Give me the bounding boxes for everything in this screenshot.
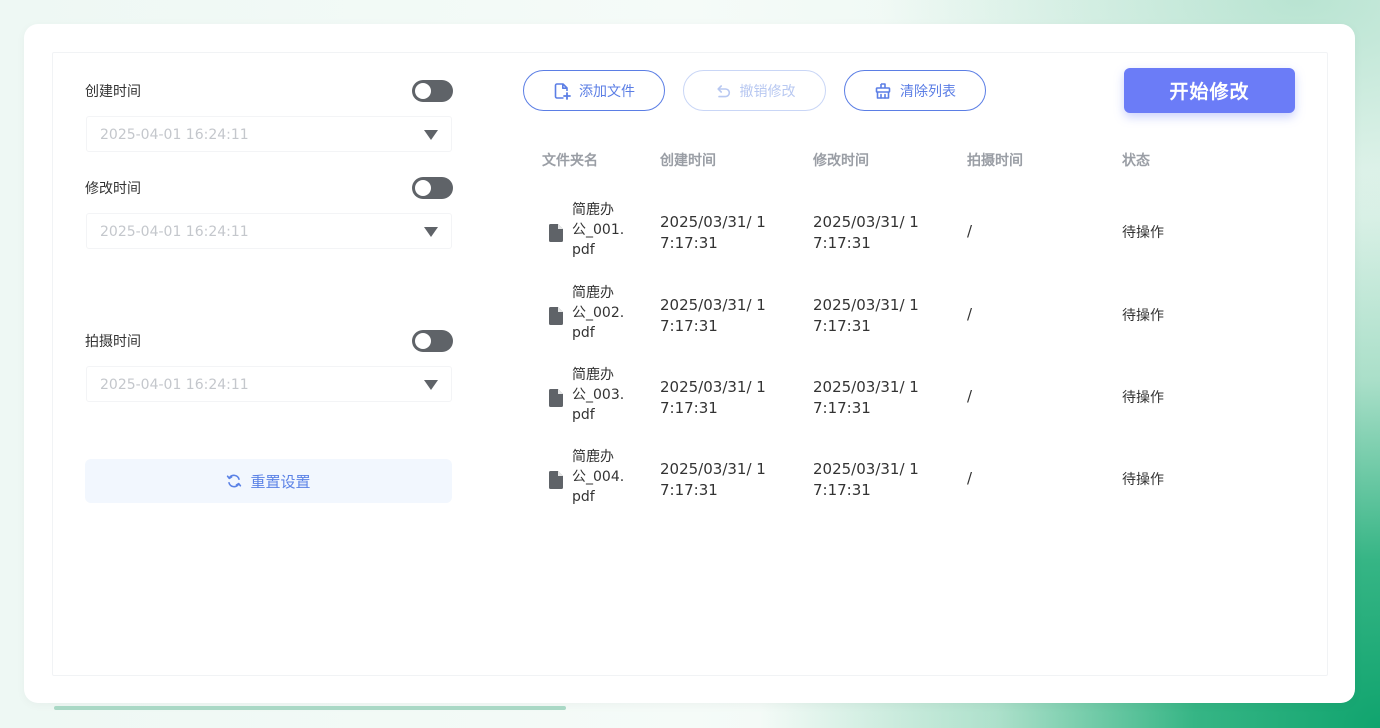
shot-time-label: 拍摄时间 bbox=[85, 334, 141, 350]
status-cell: 待操作 bbox=[1122, 390, 1164, 406]
start-modify-button[interactable]: 开始修改 bbox=[1124, 68, 1295, 113]
status-cell: 待操作 bbox=[1122, 225, 1164, 241]
file-name: 简鹿办公_004.pdf bbox=[572, 449, 625, 505]
start-modify-label: 开始修改 bbox=[1169, 81, 1250, 103]
file-icon bbox=[549, 389, 563, 407]
created-time-toggle[interactable] bbox=[412, 80, 453, 102]
header-created-time: 创建时间 bbox=[660, 153, 716, 169]
undo-changes-label: 撤销修改 bbox=[739, 83, 796, 100]
file-icon bbox=[549, 471, 563, 489]
caret-down-icon bbox=[424, 227, 438, 237]
undo-changes-button[interactable]: 撤销修改 bbox=[683, 70, 826, 111]
modified-time-cell: 2025/03/31/ 17:17:31 bbox=[813, 296, 919, 335]
created-time-cell: 2025/03/31/ 17:17:31 bbox=[660, 460, 766, 499]
shot-time-toggle[interactable] bbox=[412, 330, 453, 352]
table-row[interactable]: 简鹿办公_003.pdf 2025/03/31/ 17:17:31 2025/0… bbox=[530, 357, 1290, 439]
reset-settings-label: 重置设置 bbox=[250, 472, 311, 491]
file-icon bbox=[549, 224, 563, 242]
modified-time-select[interactable]: 2025-04-01 16:24:11 bbox=[86, 213, 452, 249]
modified-time-cell: 2025/03/31/ 17:17:31 bbox=[813, 460, 919, 499]
header-folder-name: 文件夹名 bbox=[542, 153, 598, 169]
header-status: 状态 bbox=[1122, 153, 1150, 169]
header-shot-time: 拍摄时间 bbox=[967, 153, 1023, 169]
add-file-label: 添加文件 bbox=[579, 83, 635, 100]
shot-time-select[interactable]: 2025-04-01 16:24:11 bbox=[86, 366, 452, 402]
status-cell: 待操作 bbox=[1122, 308, 1164, 324]
file-name: 简鹿办公_002.pdf bbox=[572, 285, 625, 341]
shot-time-cell: / bbox=[967, 387, 973, 405]
table-row[interactable]: 简鹿办公_004.pdf 2025/03/31/ 17:17:31 2025/0… bbox=[530, 439, 1290, 521]
table-row[interactable]: 简鹿办公_001.pdf 2025/03/31/ 17:17:31 2025/0… bbox=[530, 192, 1290, 274]
clear-list-button[interactable]: 清除列表 bbox=[844, 70, 986, 111]
shot-time-cell: / bbox=[967, 305, 973, 323]
file-icon bbox=[549, 307, 563, 325]
clear-list-icon bbox=[875, 82, 891, 99]
created-time-cell: 2025/03/31/ 17:17:31 bbox=[660, 378, 766, 417]
shot-time-value: 2025-04-01 16:24:11 bbox=[100, 377, 249, 393]
modified-time-cell: 2025/03/31/ 17:17:31 bbox=[813, 213, 919, 252]
add-file-button[interactable]: 添加文件 bbox=[523, 70, 665, 111]
horizontal-scrollbar[interactable] bbox=[54, 706, 566, 710]
caret-down-icon bbox=[424, 130, 438, 140]
created-time-label: 创建时间 bbox=[85, 84, 141, 100]
modified-time-cell: 2025/03/31/ 17:17:31 bbox=[813, 378, 919, 417]
modified-time-toggle[interactable] bbox=[412, 177, 453, 199]
status-cell: 待操作 bbox=[1122, 472, 1164, 488]
shot-time-cell: / bbox=[967, 222, 973, 240]
file-name: 简鹿办公_003.pdf bbox=[572, 367, 625, 423]
refresh-icon bbox=[227, 474, 242, 488]
created-time-cell: 2025/03/31/ 17:17:31 bbox=[660, 213, 766, 252]
modified-time-label: 修改时间 bbox=[85, 181, 141, 197]
modified-time-value: 2025-04-01 16:24:11 bbox=[100, 224, 249, 240]
shot-time-cell: / bbox=[967, 469, 973, 487]
clear-list-label: 清除列表 bbox=[900, 83, 956, 100]
table-row[interactable]: 简鹿办公_002.pdf 2025/03/31/ 17:17:31 2025/0… bbox=[530, 275, 1290, 357]
created-time-cell: 2025/03/31/ 17:17:31 bbox=[660, 296, 766, 335]
file-name: 简鹿办公_001.pdf bbox=[572, 202, 625, 258]
caret-down-icon bbox=[424, 380, 438, 390]
undo-icon bbox=[716, 84, 730, 97]
add-file-icon bbox=[554, 82, 571, 100]
created-time-value: 2025-04-01 16:24:11 bbox=[100, 127, 249, 143]
created-time-select[interactable]: 2025-04-01 16:24:11 bbox=[86, 116, 452, 152]
header-modified-time: 修改时间 bbox=[813, 153, 869, 169]
reset-settings-button[interactable]: 重置设置 bbox=[85, 459, 452, 503]
